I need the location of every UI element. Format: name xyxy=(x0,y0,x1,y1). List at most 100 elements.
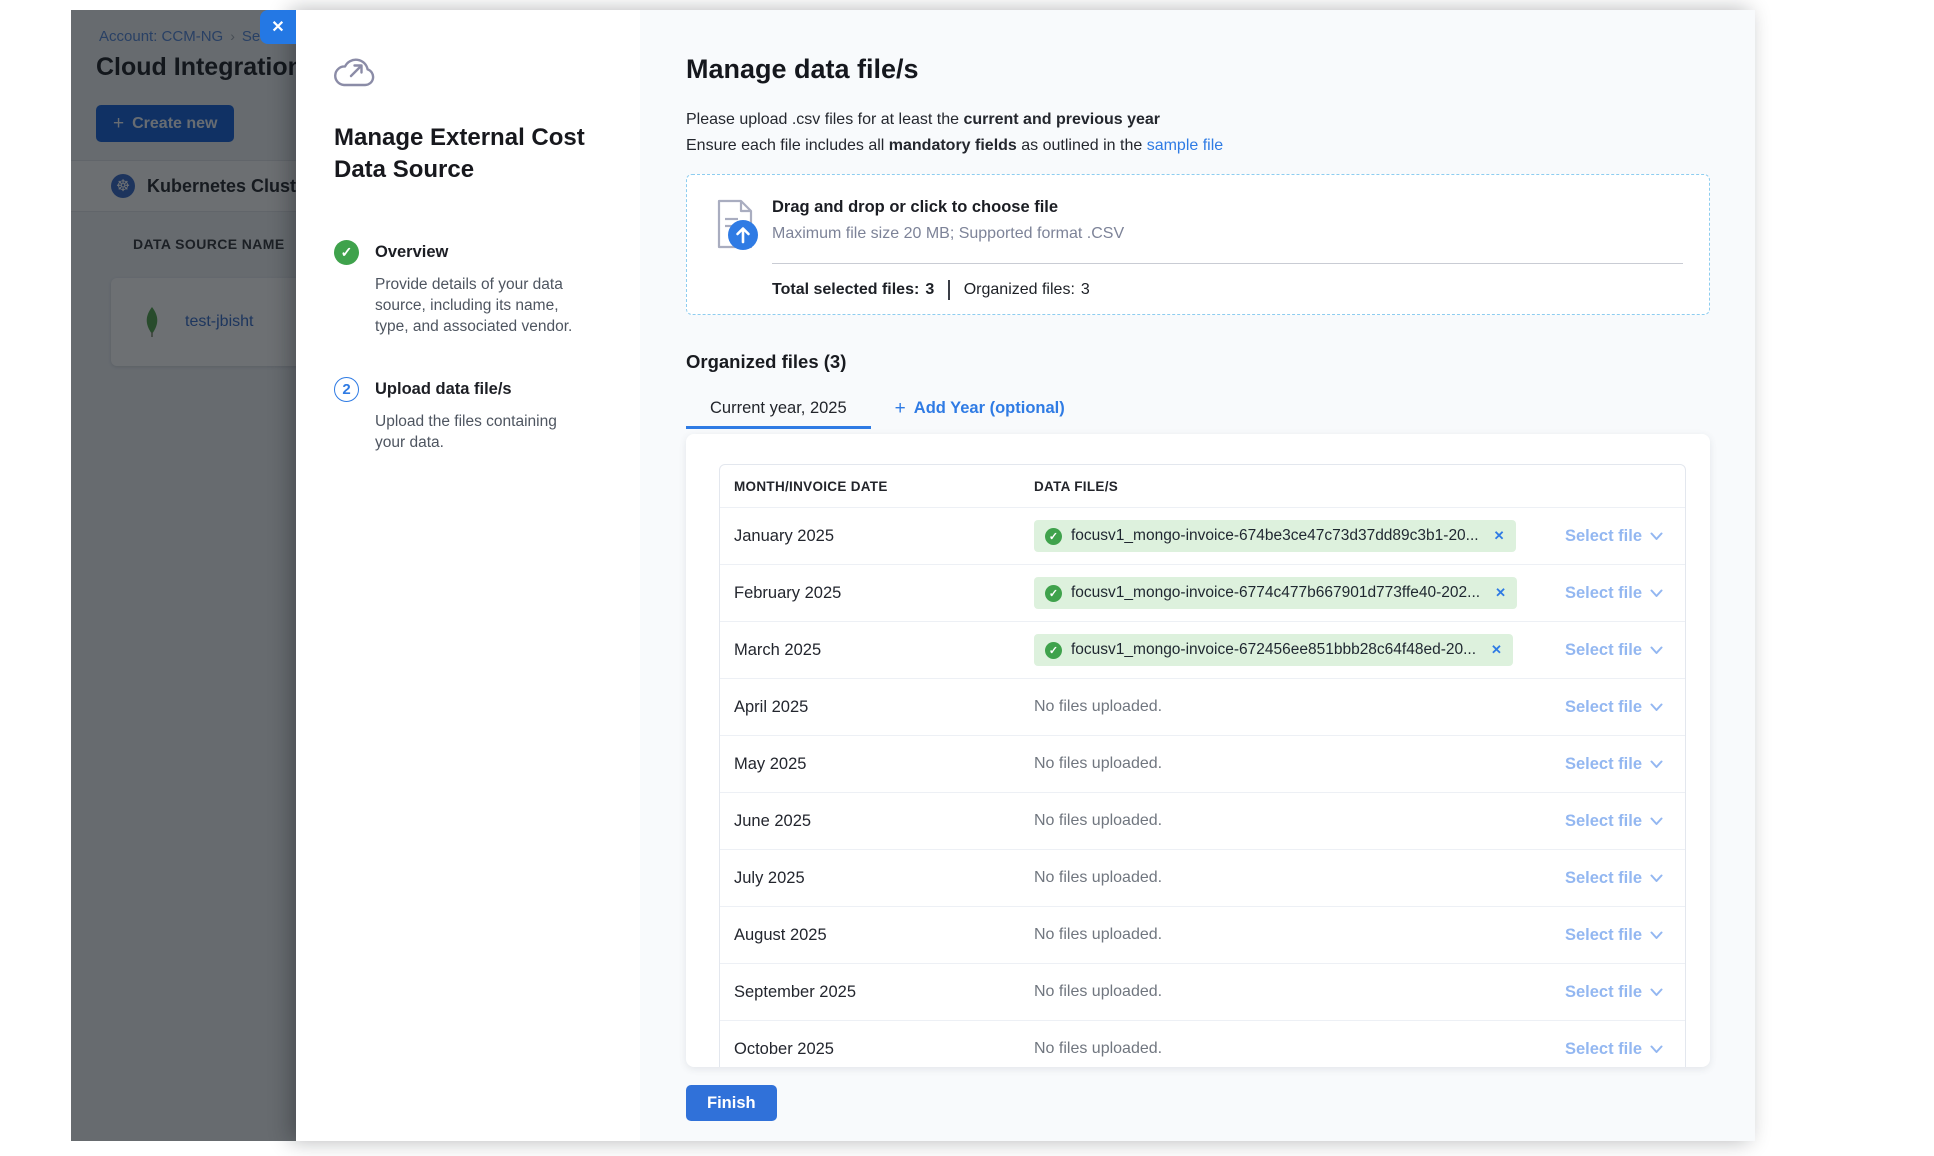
wizard-stepper-panel: Manage External Cost Data Source ✓ Overv… xyxy=(296,10,640,1141)
select-file-label: Select file xyxy=(1565,869,1642,888)
instruction-line-2: Ensure each file includes all mandatory … xyxy=(686,133,1710,159)
chevron-down-icon xyxy=(1650,703,1663,712)
tab-current-year[interactable]: Current year, 2025 xyxy=(686,391,871,429)
step-complete-icon: ✓ xyxy=(334,240,359,265)
step-description: Upload the files containing your data. xyxy=(375,411,589,453)
drawer-title: Manage External Cost Data Source xyxy=(334,122,588,186)
add-year-button[interactable]: + Add Year (optional) xyxy=(871,391,1089,429)
table-row: April 2025 No files uploaded. Select fil… xyxy=(720,678,1685,735)
remove-file-icon[interactable]: ✕ xyxy=(1491,642,1502,658)
add-year-label: Add Year (optional) xyxy=(914,399,1065,418)
steps-list: ✓ Overview Provide details of your data … xyxy=(334,240,600,453)
chevron-down-icon xyxy=(1650,1045,1663,1054)
upload-files-panel: Manage data file/s Please upload .csv fi… xyxy=(640,10,1755,1141)
manage-data-source-drawer: ✕ Manage External Cost Data Source ✓ Ove… xyxy=(296,10,1755,1141)
empty-files-text: No files uploaded. xyxy=(1034,812,1162,829)
dropzone-title: Drag and drop or click to choose file xyxy=(772,198,1058,217)
check-icon: ✓ xyxy=(1045,585,1062,602)
select-file-button[interactable]: Select file xyxy=(1565,983,1663,1002)
chevron-down-icon xyxy=(1650,646,1663,655)
organized-files-heading: Organized files (3) xyxy=(686,351,1710,373)
step-description: Provide details of your data source, inc… xyxy=(375,274,589,337)
remove-file-icon[interactable]: ✕ xyxy=(1494,528,1505,544)
month-cell: March 2025 xyxy=(734,641,821,659)
file-chip: ✓focusv1_mongo-invoice-672456ee851bbb28c… xyxy=(1034,634,1513,666)
dropzone-divider xyxy=(772,263,1683,264)
remove-file-icon[interactable]: ✕ xyxy=(1495,585,1506,601)
file-dropzone[interactable]: Drag and drop or click to choose file Ma… xyxy=(686,174,1710,315)
page: Account: CCM-NG›Set Cloud Integration + … xyxy=(0,0,1934,1156)
select-file-label: Select file xyxy=(1565,926,1642,945)
select-file-button[interactable]: Select file xyxy=(1565,584,1663,603)
file-chip: ✓focusv1_mongo-invoice-6774c477b667901d7… xyxy=(1034,577,1517,609)
organized-files-value: 3 xyxy=(1081,281,1090,299)
table-row: July 2025 No files uploaded. Select file xyxy=(720,849,1685,906)
instruction-line-1: Please upload .csv files for at least th… xyxy=(686,107,1710,133)
check-icon: ✓ xyxy=(1045,528,1062,545)
select-file-button[interactable]: Select file xyxy=(1565,812,1663,831)
plus-icon: + xyxy=(895,398,906,420)
file-totals: Total selected files: 3 Organized files:… xyxy=(772,280,1090,300)
upload-file-icon xyxy=(705,195,767,257)
table-row: September 2025 No files uploaded. Select… xyxy=(720,963,1685,1020)
select-file-button[interactable]: Select file xyxy=(1565,926,1663,945)
file-name: focusv1_mongo-invoice-674be3ce47c73d37dd… xyxy=(1071,527,1479,545)
total-selected-value: 3 xyxy=(925,281,934,299)
month-cell: April 2025 xyxy=(734,698,808,716)
select-file-button[interactable]: Select file xyxy=(1565,527,1663,546)
chevron-down-icon xyxy=(1650,874,1663,883)
table-row: May 2025 No files uploaded. Select file xyxy=(720,735,1685,792)
total-selected-label: Total selected files: xyxy=(772,281,919,299)
step-number-badge: 2 xyxy=(334,377,359,402)
file-chip: ✓ focusv1_mongo-invoice-674be3ce47c73d37d… xyxy=(1034,520,1516,552)
cloud-export-icon xyxy=(334,56,378,92)
chevron-down-icon xyxy=(1650,988,1663,997)
month-cell: October 2025 xyxy=(734,1040,834,1058)
table-row: January 2025 ✓ focusv1_mongo-invoice-674b… xyxy=(720,507,1685,564)
month-cell: May 2025 xyxy=(734,755,806,773)
empty-files-text: No files uploaded. xyxy=(1034,983,1162,1000)
finish-button[interactable]: Finish xyxy=(686,1085,777,1121)
select-file-button[interactable]: Select file xyxy=(1565,698,1663,717)
empty-files-text: No files uploaded. xyxy=(1034,869,1162,886)
select-file-label: Select file xyxy=(1565,755,1642,774)
instructions: Please upload .csv files for at least th… xyxy=(686,107,1710,159)
column-header-actions xyxy=(1517,465,1685,507)
month-cell: January 2025 xyxy=(734,527,834,545)
select-file-label: Select file xyxy=(1565,527,1642,546)
chevron-down-icon xyxy=(1650,817,1663,826)
empty-files-text: No files uploaded. xyxy=(1034,755,1162,772)
select-file-label: Select file xyxy=(1565,1040,1642,1059)
chevron-down-icon xyxy=(1650,532,1663,541)
chevron-down-icon xyxy=(1650,931,1663,940)
month-cell: August 2025 xyxy=(734,926,827,944)
table-row: August 2025 No files uploaded. Select fi… xyxy=(720,906,1685,963)
organized-files-label: Organized files: xyxy=(964,281,1075,299)
sample-file-link[interactable]: sample file xyxy=(1147,137,1223,154)
files-table: MONTH/INVOICE DATE DATA FILE/S January 2… xyxy=(719,464,1686,1067)
empty-files-text: No files uploaded. xyxy=(1034,926,1162,943)
month-cell: February 2025 xyxy=(734,584,841,602)
month-cell: July 2025 xyxy=(734,869,805,887)
year-tabs: Current year, 2025 + Add Year (optional) xyxy=(686,391,1710,429)
select-file-button[interactable]: Select file xyxy=(1565,641,1663,660)
organized-files-card: MONTH/INVOICE DATE DATA FILE/S January 2… xyxy=(686,434,1710,1067)
empty-files-text: No files uploaded. xyxy=(1034,1040,1162,1057)
step-upload-data-files[interactable]: 2 Upload data file/s Upload the files co… xyxy=(334,377,600,453)
column-header-month: MONTH/INVOICE DATE xyxy=(720,465,1020,507)
close-button[interactable]: ✕ xyxy=(260,10,296,44)
check-icon: ✓ xyxy=(1045,642,1062,659)
empty-files-text: No files uploaded. xyxy=(1034,698,1162,715)
panel-title: Manage data file/s xyxy=(686,54,1710,85)
select-file-button[interactable]: Select file xyxy=(1565,1040,1663,1059)
select-file-label: Select file xyxy=(1565,812,1642,831)
step-overview[interactable]: ✓ Overview Provide details of your data … xyxy=(334,240,600,337)
dropzone-subtitle: Maximum file size 20 MB; Supported forma… xyxy=(772,225,1124,243)
month-cell: June 2025 xyxy=(734,812,811,830)
step-title: Upload data file/s xyxy=(375,380,512,399)
select-file-button[interactable]: Select file xyxy=(1565,869,1663,888)
select-file-label: Select file xyxy=(1565,641,1642,660)
chevron-down-icon xyxy=(1650,760,1663,769)
chevron-down-icon xyxy=(1650,589,1663,598)
select-file-button[interactable]: Select file xyxy=(1565,755,1663,774)
